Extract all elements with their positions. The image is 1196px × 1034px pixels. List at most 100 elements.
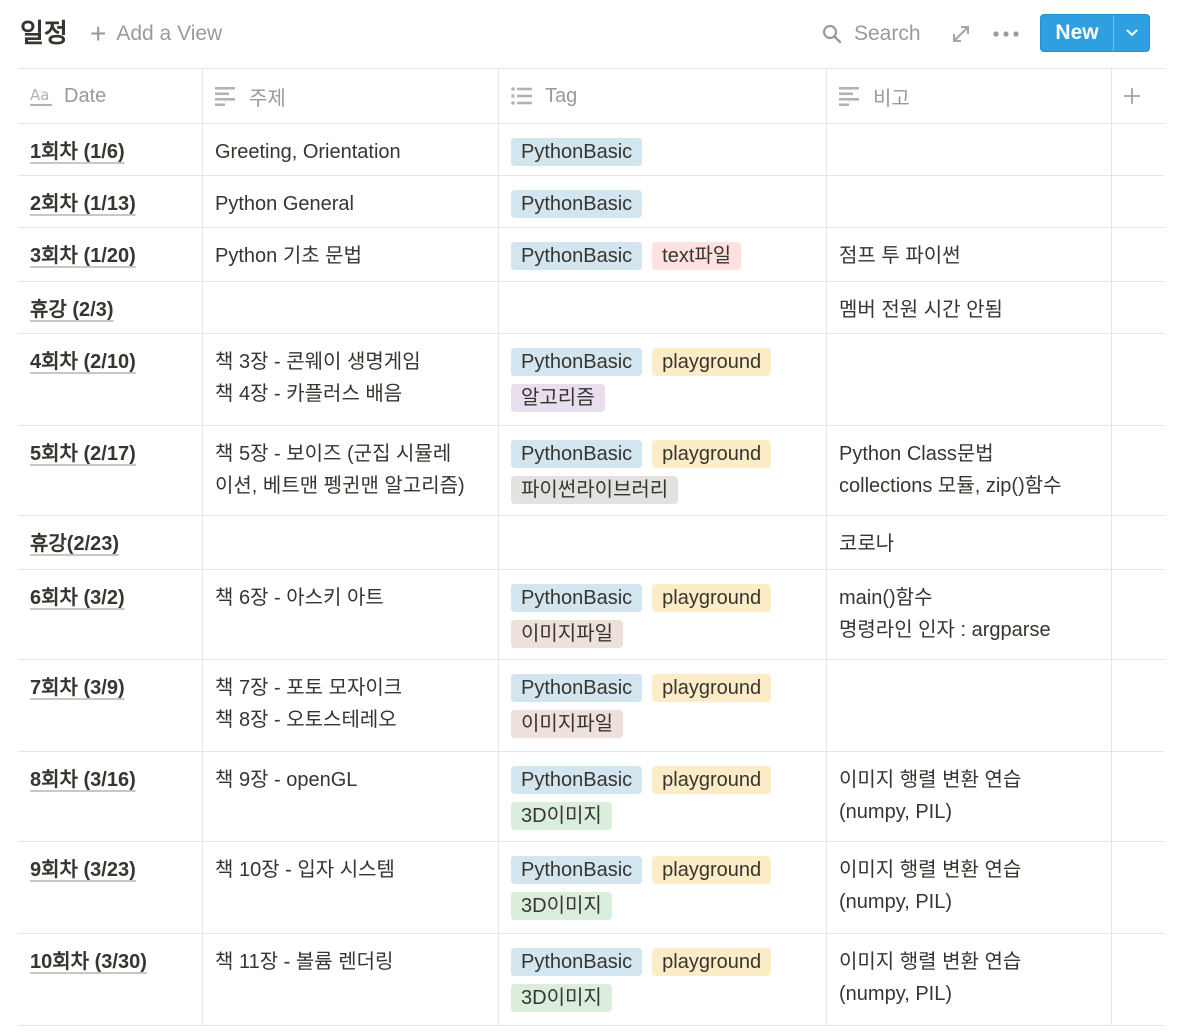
tag-cell[interactable]: PythonBasic bbox=[499, 124, 827, 175]
note-cell[interactable]: Python Class문법 collections 모듈, zip()함수 bbox=[827, 426, 1112, 515]
tag-cell[interactable]: PythonBasic playground 파이썬라이브러리 bbox=[499, 426, 827, 515]
date-text[interactable]: 7회차 (3/9) bbox=[30, 677, 125, 699]
topic-cell[interactable] bbox=[203, 516, 499, 569]
date-cell[interactable]: 9회차 (3/23) bbox=[18, 842, 203, 933]
note-cell[interactable] bbox=[827, 176, 1112, 227]
column-header-topic[interactable]: 주제 bbox=[203, 69, 499, 123]
table-row[interactable]: 휴강(2/23) 코로나 bbox=[18, 516, 1164, 570]
note-cell[interactable]: 이미지 행렬 변환 연습 (numpy, PIL) bbox=[827, 934, 1112, 1025]
topic-cell[interactable]: Python General bbox=[203, 176, 499, 227]
note-cell[interactable]: main()함수 명령라인 인자 : argparse bbox=[827, 570, 1112, 659]
date-cell[interactable]: 4회차 (2/10) bbox=[18, 334, 203, 425]
text-aa-icon: Aa bbox=[30, 86, 52, 106]
empty-cell bbox=[1112, 282, 1164, 333]
note-line: (numpy, PIL) bbox=[839, 801, 952, 823]
table-row[interactable]: 6회차 (3/2) 책 6장 - 아스키 아트 PythonBasic playgro… bbox=[18, 570, 1164, 660]
add-view-button[interactable]: + Add a View bbox=[90, 20, 222, 48]
table-row[interactable]: 5회차 (2/17) 책 5장 - 보이즈 (군집 시뮬레 이션, 베트맨 펭귄맨 … bbox=[18, 426, 1164, 516]
date-cell[interactable]: 휴강(2/23) bbox=[18, 516, 203, 569]
note-cell[interactable] bbox=[827, 334, 1112, 425]
table-row[interactable]: 9회차 (3/23) 책 10장 - 입자 시스템 PythonBasic playg… bbox=[18, 842, 1164, 934]
topic-cell[interactable]: 책 6장 - 아스키 아트 bbox=[203, 570, 499, 659]
topic-cell[interactable]: Greeting, Orientation bbox=[203, 124, 499, 175]
note-cell[interactable]: 이미지 행렬 변환 연습 (numpy, PIL) bbox=[827, 752, 1112, 841]
tag-cell[interactable]: PythonBasic bbox=[499, 176, 827, 227]
note-cell[interactable]: 코로나 bbox=[827, 516, 1112, 569]
column-header-label: Tag bbox=[545, 84, 578, 107]
date-text[interactable]: 2회차 (1/13) bbox=[30, 193, 136, 215]
topic-cell[interactable]: Python 기초 문법 bbox=[203, 228, 499, 281]
tag-cell[interactable]: PythonBasic playground 3D이미지 bbox=[499, 934, 827, 1025]
column-header-tag[interactable]: Tag bbox=[499, 69, 827, 123]
tag-cell[interactable] bbox=[499, 282, 827, 333]
empty-cell bbox=[1112, 752, 1164, 841]
date-text[interactable]: 8회차 (3/16) bbox=[30, 769, 136, 791]
topic-cell[interactable]: 책 7장 - 포토 모자이크 책 8장 - 오토스테레오 bbox=[203, 660, 499, 751]
date-text[interactable]: 10회차 (3/30) bbox=[30, 951, 147, 973]
new-dropdown-button[interactable] bbox=[1114, 15, 1149, 51]
topic-cell[interactable]: 책 9장 - openGL bbox=[203, 752, 499, 841]
date-cell[interactable]: 1회차 (1/6) bbox=[18, 124, 203, 175]
tag-cell[interactable]: PythonBasic playground 3D이미지 bbox=[499, 842, 827, 933]
table-row[interactable]: 8회차 (3/16) 책 9장 - openGL PythonBasic playgr… bbox=[18, 752, 1164, 842]
column-header-date[interactable]: Aa Date bbox=[18, 69, 203, 123]
topic-cell[interactable] bbox=[203, 282, 499, 333]
tag-pill: text파일 bbox=[652, 242, 742, 270]
tag-pill: 3D이미지 bbox=[511, 984, 612, 1012]
column-header-note[interactable]: 비고 bbox=[827, 69, 1112, 123]
tag-cell[interactable]: PythonBasic text파일 bbox=[499, 228, 827, 281]
tag-cell[interactable] bbox=[499, 516, 827, 569]
tag-pill: PythonBasic bbox=[511, 440, 643, 468]
table-row[interactable]: 2회차 (1/13) Python General PythonBasic bbox=[18, 176, 1164, 228]
table-row[interactable]: 휴강 (2/3) 멤버 전원 시간 안됨 bbox=[18, 282, 1164, 334]
database-table: Aa Date 주제 Tag 비고 1회차 (1/6) Greeting, Or… bbox=[18, 68, 1164, 1026]
date-cell[interactable]: 휴강 (2/3) bbox=[18, 282, 203, 333]
date-text[interactable]: 6회차 (3/2) bbox=[30, 587, 125, 609]
note-cell[interactable] bbox=[827, 124, 1112, 175]
topic-line: 책 5장 - 보이즈 (군집 시뮬레 bbox=[215, 443, 452, 465]
topic-cell[interactable]: 책 10장 - 입자 시스템 bbox=[203, 842, 499, 933]
note-cell[interactable]: 멤버 전원 시간 안됨 bbox=[827, 282, 1112, 333]
new-button-label: New bbox=[1055, 21, 1099, 44]
table-row[interactable]: 1회차 (1/6) Greeting, Orientation PythonBasi… bbox=[18, 124, 1164, 176]
expand-icon[interactable] bbox=[950, 23, 972, 45]
date-cell[interactable]: 3회차 (1/20) bbox=[18, 228, 203, 281]
table-body: 1회차 (1/6) Greeting, Orientation PythonBasi… bbox=[18, 124, 1164, 1026]
topic-cell[interactable]: 책 3장 - 콘웨이 생명게임 책 4장 - 카플러스 배음 bbox=[203, 334, 499, 425]
search-button[interactable]: Search bbox=[822, 20, 921, 48]
more-icon[interactable] bbox=[992, 24, 1020, 44]
table-row[interactable]: 10회차 (3/30) 책 11장 - 볼륨 렌더링 PythonBasic play… bbox=[18, 934, 1164, 1026]
empty-cell bbox=[1112, 228, 1164, 281]
note-line: (numpy, PIL) bbox=[839, 983, 952, 1005]
date-cell[interactable]: 7회차 (3/9) bbox=[18, 660, 203, 751]
tag-cell[interactable]: PythonBasic playground 알고리즘 bbox=[499, 334, 827, 425]
note-cell[interactable]: 이미지 행렬 변환 연습 (numpy, PIL) bbox=[827, 842, 1112, 933]
date-cell[interactable]: 10회차 (3/30) bbox=[18, 934, 203, 1025]
topic-cell[interactable]: 책 5장 - 보이즈 (군집 시뮬레 이션, 베트맨 펭귄맨 알고리즘) bbox=[203, 426, 499, 515]
table-row[interactable]: 4회차 (2/10) 책 3장 - 콘웨이 생명게임 책 4장 - 카플러스 배음 P… bbox=[18, 334, 1164, 426]
date-cell[interactable]: 8회차 (3/16) bbox=[18, 752, 203, 841]
new-button[interactable]: New bbox=[1040, 14, 1150, 52]
topic-line: 책 4장 - 카플러스 배음 bbox=[215, 383, 403, 405]
column-header-label: Date bbox=[64, 84, 107, 107]
add-property-button[interactable] bbox=[1112, 69, 1164, 123]
tag-cell[interactable]: PythonBasic playground 3D이미지 bbox=[499, 752, 827, 841]
date-text[interactable]: 휴강 (2/3) bbox=[30, 299, 113, 321]
date-text[interactable]: 3회차 (1/20) bbox=[30, 245, 136, 267]
date-text[interactable]: 4회차 (2/10) bbox=[30, 351, 136, 373]
date-cell[interactable]: 5회차 (2/17) bbox=[18, 426, 203, 515]
table-row[interactable]: 7회차 (3/9) 책 7장 - 포토 모자이크 책 8장 - 오토스테레오 Pyth… bbox=[18, 660, 1164, 752]
date-text[interactable]: 휴강(2/23) bbox=[30, 533, 119, 555]
topic-cell[interactable]: 책 11장 - 볼륨 렌더링 bbox=[203, 934, 499, 1025]
note-cell[interactable]: 점프 투 파이썬 bbox=[827, 228, 1112, 281]
date-cell[interactable]: 2회차 (1/13) bbox=[18, 176, 203, 227]
table-header: Aa Date 주제 Tag 비고 bbox=[18, 68, 1164, 124]
date-text[interactable]: 1회차 (1/6) bbox=[30, 141, 125, 163]
tag-cell[interactable]: PythonBasic playground 이미지파일 bbox=[499, 570, 827, 659]
table-row[interactable]: 3회차 (1/20) Python 기초 문법 PythonBasic text파일 점… bbox=[18, 228, 1164, 282]
date-cell[interactable]: 6회차 (3/2) bbox=[18, 570, 203, 659]
date-text[interactable]: 9회차 (3/23) bbox=[30, 859, 136, 881]
note-cell[interactable] bbox=[827, 660, 1112, 751]
tag-cell[interactable]: PythonBasic playground 이미지파일 bbox=[499, 660, 827, 751]
date-text[interactable]: 5회차 (2/17) bbox=[30, 443, 136, 465]
